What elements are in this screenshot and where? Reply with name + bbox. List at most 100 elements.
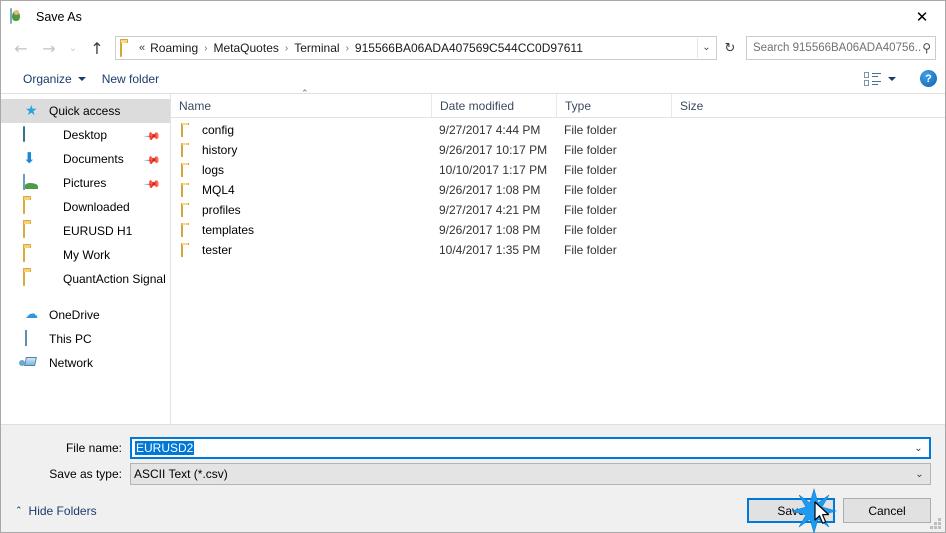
search-box[interactable]: Search 915566BA06ADA40756... ⚲ [746, 36, 936, 60]
table-row[interactable]: profiles 9/27/2017 4:21 PM File folder [171, 200, 945, 220]
sidebar-item-desktop[interactable]: Desktop 📌 [1, 123, 170, 147]
sidebar-item-label: This PC [49, 332, 92, 346]
sidebar-item-onedrive[interactable]: ☁ OneDrive [1, 303, 170, 327]
column-header-name[interactable]: Name [171, 94, 431, 118]
sidebar-item-downloaded[interactable]: Downloaded [1, 195, 170, 219]
file-name-row: File name: EURUSD2 ⌄ [15, 437, 931, 459]
sidebar-item-network[interactable]: Network [1, 351, 170, 375]
table-row[interactable]: config 9/27/2017 4:44 PM File folder [171, 120, 945, 140]
breadcrumb-overflow[interactable]: « [138, 42, 148, 54]
chevron-down-icon[interactable]: ⌄ [910, 443, 927, 454]
table-row[interactable]: MQL4 9/26/2017 1:08 PM File folder [171, 180, 945, 200]
breadcrumb-instance[interactable]: 915566BA06ADA407569C544CC0D97611 [353, 39, 585, 57]
save-as-type-label: Save as type: [49, 467, 122, 481]
sidebar-item-label: Network [49, 356, 94, 370]
column-headers: ⌃ Name Date modified Type Size [171, 89, 945, 118]
chevron-down-icon [888, 76, 896, 81]
file-name-cell: tester [171, 243, 431, 257]
folder-icon [23, 270, 41, 287]
file-type-cell: File folder [564, 123, 617, 137]
table-row[interactable]: tester 10/4/2017 1:35 PM File folder [171, 240, 945, 260]
breadcrumb-separator-3[interactable]: › [342, 43, 353, 54]
table-row[interactable]: history 9/26/2017 10:17 PM File folder [171, 140, 945, 160]
sidebar-item-label: Desktop [63, 128, 108, 142]
change-view-button[interactable] [858, 69, 902, 89]
file-name-input[interactable]: EURUSD2 ⌄ [130, 437, 931, 459]
up-button[interactable]: ↑ [83, 35, 111, 61]
pin-icon: 📌 [142, 151, 162, 170]
address-bar[interactable]: « Roaming › MetaQuotes › Terminal › 9155… [115, 36, 717, 60]
file-name-label: MQL4 [202, 183, 235, 197]
column-header-size[interactable]: Size [671, 93, 751, 118]
file-type-cell: File folder [564, 203, 617, 217]
column-header-type[interactable]: Type [556, 93, 671, 118]
file-name-value[interactable]: EURUSD2 [135, 441, 910, 455]
new-folder-button[interactable]: New folder [94, 68, 167, 90]
sidebar-item-pictures[interactable]: Pictures 📌 [1, 171, 170, 195]
sidebar-item-documents[interactable]: ⬇ Documents 📌 [1, 147, 170, 171]
organize-label: Organize [23, 71, 72, 86]
cancel-button[interactable]: Cancel [843, 498, 931, 523]
title-bar: Save As ✕ [1, 1, 945, 32]
sidebar-item-label: Documents [63, 152, 124, 166]
file-list-pane: ⌃ Name Date modified Type Size config 9/… [171, 89, 945, 424]
sidebar-item-label: EURUSD H1 [63, 224, 133, 238]
breadcrumb-metaquotes[interactable]: MetaQuotes [212, 39, 281, 57]
save-as-type-select[interactable]: ASCII Text (*.csv) ⌄ [130, 463, 931, 485]
back-button[interactable]: ← [7, 35, 35, 61]
window-title: Save As [36, 9, 82, 24]
hide-folders-button[interactable]: ⌃ Hide Folders [15, 504, 97, 518]
file-name-cell: history [171, 143, 431, 157]
cloud-icon: ☁ [25, 307, 38, 322]
star-icon: ★ [25, 103, 38, 119]
hide-folders-label: Hide Folders [28, 503, 97, 518]
sidebar-item-label: OneDrive [49, 308, 100, 322]
search-input[interactable]: Search 915566BA06ADA40756... [753, 42, 922, 54]
sidebar-divider [1, 291, 170, 303]
file-date-cell: 9/27/2017 4:21 PM [439, 203, 541, 217]
file-name-label: config [202, 123, 235, 137]
sidebar-item-label: Quick access [49, 104, 121, 118]
chevron-down-icon[interactable]: ⌄ [697, 38, 715, 58]
file-type-cell: File folder [564, 163, 617, 177]
breadcrumb-separator-2[interactable]: › [281, 43, 292, 54]
desktop-icon [23, 126, 41, 143]
sidebar-item-quantaction-signal[interactable]: QuantAction Signal [1, 267, 170, 291]
close-icon[interactable]: ✕ [899, 1, 945, 32]
sidebar-item-this-pc[interactable]: This PC [1, 327, 170, 351]
help-icon[interactable]: ? [920, 70, 937, 87]
command-bar: Organize New folder ? [1, 64, 945, 94]
file-date-cell: 9/26/2017 1:08 PM [439, 223, 541, 237]
folder-icon [23, 222, 41, 239]
recent-locations-button[interactable]: ⌄ [63, 35, 83, 61]
save-as-type-value: ASCII Text (*.csv) [134, 467, 228, 481]
breadcrumb-terminal[interactable]: Terminal [292, 39, 341, 57]
folder-icon [23, 246, 41, 263]
pictures-icon [23, 174, 41, 191]
column-header-date-modified[interactable]: Date modified [431, 93, 556, 118]
resize-grip[interactable] [929, 517, 941, 529]
table-row[interactable]: logs 10/10/2017 1:17 PM File folder [171, 160, 945, 180]
folder-icon [181, 143, 195, 157]
sidebar-item-eurusd-h1[interactable]: EURUSD H1 [1, 219, 170, 243]
sidebar-item-quick-access[interactable]: ★ Quick access [1, 99, 170, 123]
file-name-cell: templates [171, 223, 431, 237]
file-name-label: profiles [202, 203, 241, 217]
folder-icon [181, 123, 195, 137]
chevron-down-icon[interactable]: ⌄ [911, 469, 928, 480]
table-row[interactable]: templates 9/26/2017 1:08 PM File folder [171, 220, 945, 240]
forward-button[interactable]: → [35, 35, 63, 61]
organize-button[interactable]: Organize [15, 68, 94, 90]
pc-icon [25, 330, 43, 347]
folder-icon [181, 203, 195, 217]
folder-icon [181, 243, 195, 257]
file-name-selected-text[interactable]: EURUSD2 [135, 441, 195, 455]
refresh-button[interactable]: ↻ [718, 36, 742, 60]
breadcrumb-roaming[interactable]: Roaming [148, 39, 200, 57]
file-name-cell: MQL4 [171, 183, 431, 197]
navigation-sidebar: ★ Quick access Desktop 📌 ⬇ Documents 📌 P… [1, 94, 171, 424]
file-type-cell: File folder [564, 223, 617, 237]
sidebar-item-my-work[interactable]: My Work [1, 243, 170, 267]
breadcrumb-separator-1[interactable]: › [200, 43, 211, 54]
file-type-cell: File folder [564, 143, 617, 157]
